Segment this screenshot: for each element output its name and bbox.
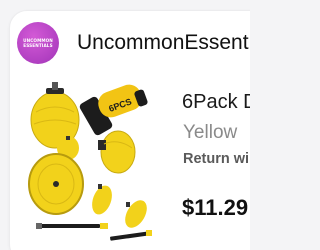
order-item-screen: UNCOMMON ESSENTIALS UncommonEssenti 6PCS: [0, 0, 250, 250]
store-header[interactable]: UNCOMMON ESSENTIALS UncommonEssenti: [17, 22, 250, 64]
cone-brush-icon: [98, 130, 136, 174]
drill-icon: 6PCS: [79, 84, 148, 136]
store-name[interactable]: UncommonEssenti: [77, 31, 250, 55]
return-window-text: Return wi: [183, 151, 250, 167]
product-variant: Yellow: [183, 122, 238, 143]
store-logo-text-line2: ESSENTIALS: [23, 43, 53, 48]
store-logo[interactable]: UNCOMMON ESSENTIALS: [17, 22, 59, 64]
product-price: $11.29: [182, 195, 249, 220]
pointed-brush-icon: [92, 184, 112, 215]
flat-brush-icon: [28, 153, 84, 215]
extension-rod-icon-2: [110, 230, 152, 241]
product-image[interactable]: 6PCS: [28, 82, 162, 250]
pointed-brush-icon-2: [125, 200, 147, 228]
product-title[interactable]: 6Pack D: [182, 91, 250, 114]
extension-rod-icon: [36, 223, 108, 229]
